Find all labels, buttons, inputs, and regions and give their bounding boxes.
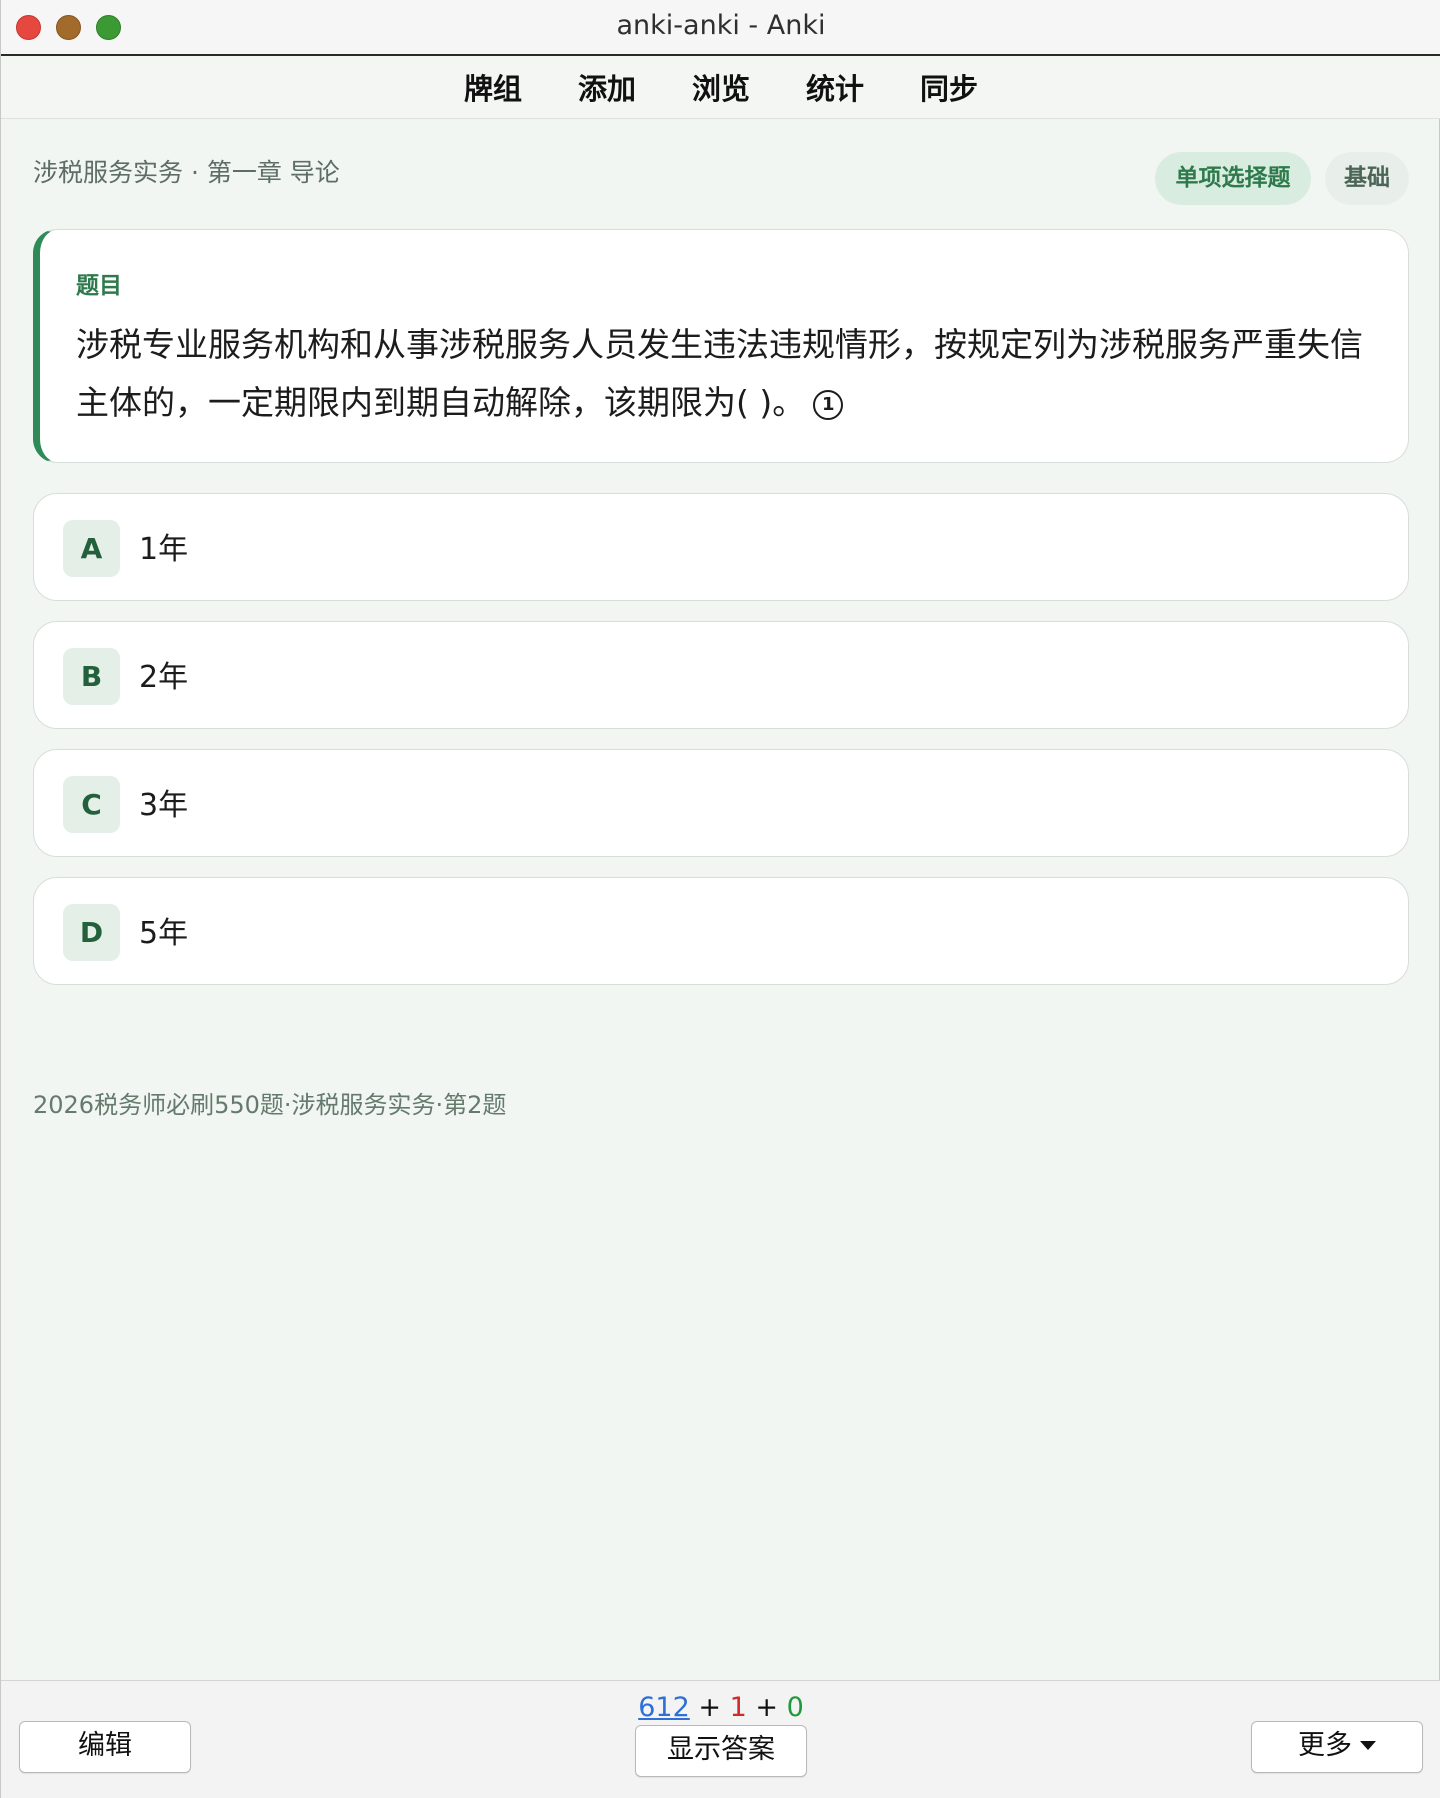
more-button[interactable]: 更多 bbox=[1251, 1721, 1423, 1773]
question-body: 涉税专业服务机构和从事涉税服务人员发生违法违规情形，按规定列为涉税服务严重失信主… bbox=[76, 325, 1363, 422]
edit-button[interactable]: 编辑 bbox=[19, 1721, 191, 1773]
nav-add[interactable]: 添加 bbox=[578, 66, 636, 108]
difficulty-badge: 基础 bbox=[1325, 152, 1409, 205]
nav-browse[interactable]: 浏览 bbox=[692, 66, 750, 108]
due-counts: 612 + 1 + 0 bbox=[1, 1692, 1440, 1723]
new-count[interactable]: 612 bbox=[638, 1692, 690, 1723]
question-label: 题目 bbox=[76, 273, 122, 299]
question-type-badge: 单项选择题 bbox=[1155, 152, 1311, 205]
show-answer-button[interactable]: 显示答案 bbox=[635, 1725, 807, 1777]
nav-sync[interactable]: 同步 bbox=[920, 66, 978, 108]
breadcrumb: 涉税服务实务 · 第一章 导论 bbox=[33, 158, 340, 187]
nav-stats[interactable]: 统计 bbox=[806, 66, 864, 108]
card-source: 2026税务师必刷550题·涉税服务实务·第2题 bbox=[33, 1091, 507, 1119]
learning-count: 1 bbox=[729, 1692, 747, 1723]
nav-decks[interactable]: 牌组 bbox=[464, 66, 522, 108]
circled-number-icon: 1 bbox=[813, 390, 844, 420]
count-separator: + bbox=[698, 1692, 721, 1723]
option-a[interactable]: A 1年 bbox=[33, 493, 1409, 601]
option-c[interactable]: C 3年 bbox=[33, 749, 1409, 857]
window-title: anki-anki - Anki bbox=[616, 10, 826, 41]
option-letter: D bbox=[63, 904, 120, 961]
review-count: 0 bbox=[786, 1692, 804, 1723]
count-separator: + bbox=[755, 1692, 778, 1723]
option-letter: A bbox=[63, 520, 120, 577]
option-text: 5年 bbox=[139, 916, 189, 951]
question-text: 涉税专业服务机构和从事涉税服务人员发生违法违规情形，按规定列为涉税服务严重失信主… bbox=[76, 316, 1376, 432]
chevron-down-icon bbox=[1360, 1741, 1376, 1750]
anki-window: anki-anki - Anki 牌组 添加 浏览 统计 同步 涉税服务实务 ·… bbox=[0, 0, 1440, 1798]
option-d[interactable]: D 5年 bbox=[33, 877, 1409, 985]
option-text: 2年 bbox=[139, 660, 189, 695]
option-letter: B bbox=[63, 648, 120, 705]
bottom-bar: 612 + 1 + 0 编辑 显示答案 更多 bbox=[1, 1680, 1440, 1798]
option-b[interactable]: B 2年 bbox=[33, 621, 1409, 729]
option-text: 3年 bbox=[139, 788, 189, 823]
question-card: 题目 涉税专业服务机构和从事涉税服务人员发生违法违规情形，按规定列为涉税服务严重… bbox=[33, 229, 1409, 463]
more-label: 更多 bbox=[1298, 1730, 1352, 1761]
top-menu: 牌组 添加 浏览 统计 同步 bbox=[1, 56, 1440, 119]
option-text: 1年 bbox=[139, 532, 189, 567]
option-letter: C bbox=[63, 776, 120, 833]
title-bar: anki-anki - Anki bbox=[1, 0, 1440, 56]
